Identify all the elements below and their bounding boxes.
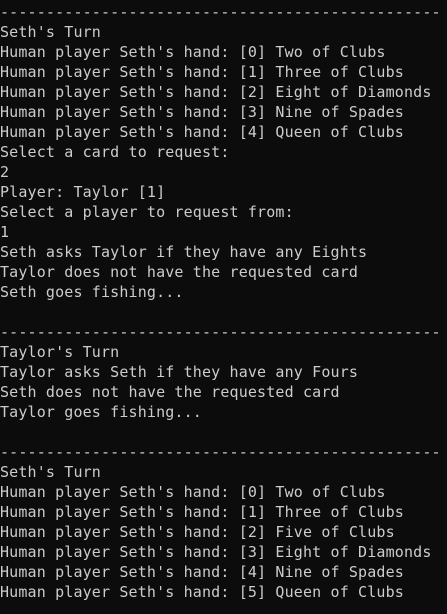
card-input[interactable]: 2	[0, 162, 447, 182]
player-option: Player: Taylor [1]	[0, 183, 166, 201]
hand-line: Human player Seth's hand: [5] Queen of C…	[0, 583, 404, 601]
separator-line: ----------------------------------------…	[0, 3, 441, 21]
separator-line: ----------------------------------------…	[0, 443, 441, 461]
turn-header: Seth's Turn	[0, 23, 101, 41]
hand-line: Human player Seth's hand: [3] Eight of D…	[0, 543, 432, 561]
hand-line: Human player Seth's hand: [4] Nine of Sp…	[0, 563, 404, 581]
player-input[interactable]: 1	[0, 222, 447, 242]
hand-line: Human player Seth's hand: [4] Queen of C…	[0, 123, 404, 141]
result-message: Taylor does not have the requested card	[0, 263, 359, 281]
turn-header: Taylor's Turn	[0, 343, 120, 361]
fishing-message: Seth goes fishing...	[0, 283, 184, 301]
card-prompt: Select a card to request:	[0, 143, 230, 161]
console-output: ----------------------------------------…	[0, 2, 447, 614]
turn-header: Seth's Turn	[0, 463, 101, 481]
ask-message: Seth asks Taylor if they have any Eights	[0, 243, 368, 261]
hand-line: Human player Seth's hand: [1] Three of C…	[0, 63, 404, 81]
hand-line: Human player Seth's hand: [3] Nine of Sp…	[0, 103, 404, 121]
hand-line: Human player Seth's hand: [2] Eight of D…	[0, 83, 432, 101]
ask-message: Taylor asks Seth if they have any Fours	[0, 363, 359, 381]
hand-line: Human player Seth's hand: [1] Three of C…	[0, 503, 404, 521]
hand-line: Human player Seth's hand: [2] Five of Cl…	[0, 523, 395, 541]
fishing-message: Taylor goes fishing...	[0, 403, 202, 421]
hand-line: Human player Seth's hand: [0] Two of Clu…	[0, 483, 386, 501]
hand-line: Human player Seth's hand: [0] Two of Clu…	[0, 43, 386, 61]
separator-line: ----------------------------------------…	[0, 323, 441, 341]
result-message: Seth does not have the requested card	[0, 383, 340, 401]
player-prompt: Select a player to request from:	[0, 203, 294, 221]
